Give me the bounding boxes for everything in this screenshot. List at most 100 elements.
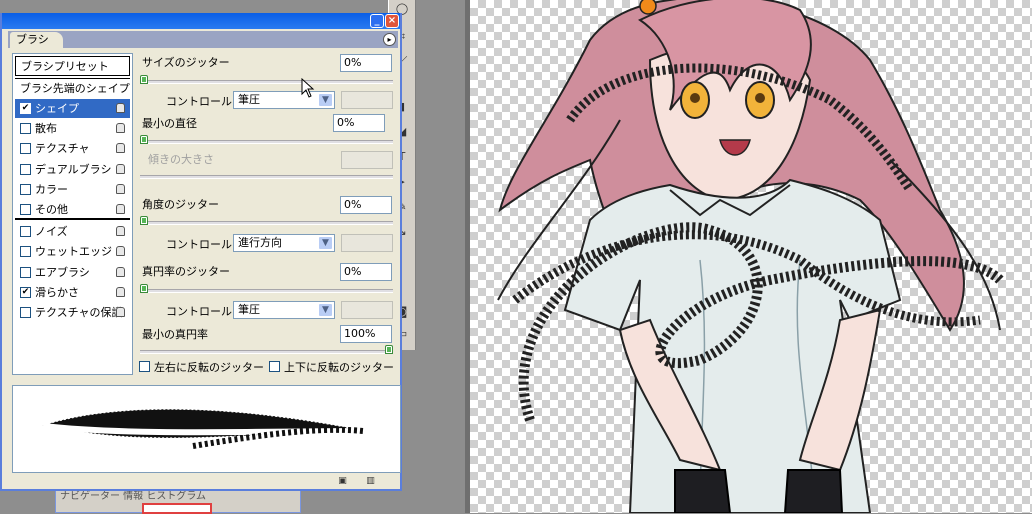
checkbox-icon[interactable] <box>20 123 31 134</box>
checkbox-icon[interactable] <box>139 361 150 372</box>
control2-value: 進行方向 <box>238 236 282 249</box>
flip-y-jitter-checkbox[interactable]: 上下に反転のジッター <box>269 359 394 375</box>
minimize-button[interactable]: _ <box>370 14 384 28</box>
flip-x-jitter-label: 左右に反転のジッター <box>154 361 264 374</box>
brush-option-item[interactable]: その他 <box>15 200 130 219</box>
brush-option-label: テクスチャ <box>35 142 90 155</box>
checkbox-icon[interactable] <box>20 143 31 154</box>
slider-knob-icon[interactable] <box>140 284 148 293</box>
brush-option-item[interactable]: テクスチャ <box>15 139 130 158</box>
control3-select[interactable]: 筆圧 ▼ <box>233 301 335 319</box>
flip-y-jitter-label: 上下に反転のジッター <box>284 361 394 374</box>
brush-tip-shape-item[interactable]: ブラシ先端のシェイプ <box>15 78 130 98</box>
control2-select[interactable]: 進行方向 ▼ <box>233 234 335 252</box>
brush-option-item[interactable]: テクスチャの保護 <box>15 303 130 322</box>
control3-label: コントロール： <box>166 305 243 318</box>
size-jitter-slider[interactable] <box>140 75 393 84</box>
lock-icon[interactable] <box>116 226 125 236</box>
close-button[interactable]: × <box>385 14 399 28</box>
slider-knob-icon[interactable] <box>140 216 148 225</box>
size-jitter-label: サイズのジッター <box>142 56 230 69</box>
control1-select[interactable]: 筆圧 ▼ <box>233 91 335 109</box>
brush-option-item[interactable]: ✔ 滑らかさ <box>15 283 130 302</box>
brush-option-item[interactable]: 散布 <box>15 119 130 138</box>
lock-icon[interactable] <box>116 267 125 277</box>
angle-jitter-slider[interactable] <box>140 216 393 225</box>
lock-icon[interactable] <box>116 143 125 153</box>
brush-option-item[interactable]: エアブラシ <box>15 263 130 282</box>
tilt-scale-field <box>341 151 393 169</box>
checkbox-icon[interactable] <box>20 246 31 257</box>
lock-icon[interactable] <box>116 204 125 214</box>
lock-icon[interactable] <box>116 307 125 317</box>
min-roundness-label: 最小の真円率 <box>142 328 208 341</box>
control2-label: コントロール： <box>166 238 243 251</box>
checkbox-icon[interactable] <box>20 267 31 278</box>
checkbox-icon[interactable]: ✔ <box>20 103 31 114</box>
brush-options-list: ブラシプリセット ブラシ先端のシェイプ ✔ シェイプ散布テクスチャデュアルブラシカ… <box>12 53 133 375</box>
min-diameter-label: 最小の直径 <box>142 117 197 130</box>
roundness-jitter-slider[interactable] <box>140 284 393 293</box>
lock-icon[interactable] <box>116 287 125 297</box>
brush-presets-item[interactable]: ブラシプリセット <box>15 56 130 76</box>
checkbox-icon[interactable] <box>20 307 31 318</box>
control3-value: 筆圧 <box>238 303 260 316</box>
trash-icon[interactable]: ▥ <box>365 476 376 487</box>
brush-option-label: 滑らかさ <box>35 286 79 299</box>
lock-icon[interactable] <box>116 246 125 256</box>
control3-steps-field <box>341 301 393 319</box>
lock-icon[interactable] <box>116 123 125 133</box>
document-canvas[interactable] <box>470 0 1032 513</box>
min-diameter-slider[interactable] <box>140 135 393 144</box>
checkbox-icon[interactable] <box>269 361 280 372</box>
slider-knob-icon[interactable] <box>385 345 393 354</box>
checkbox-icon[interactable] <box>20 204 31 215</box>
brush-option-label: ノイズ <box>35 225 68 238</box>
brush-option-item[interactable]: ノイズ <box>15 222 130 241</box>
min-diameter-field[interactable]: 0% <box>333 114 385 132</box>
slider-knob-icon[interactable] <box>140 75 148 84</box>
roundness-jitter-field[interactable]: 0% <box>340 263 392 281</box>
brush-option-item[interactable]: カラー <box>15 180 130 199</box>
brush-option-label: その他 <box>35 203 68 216</box>
brush-option-item[interactable]: ウェットエッジ <box>15 242 130 261</box>
brush-option-label: カラー <box>35 183 68 196</box>
stroke-preview-graphic <box>42 409 364 449</box>
brush-stroke-preview <box>12 385 401 473</box>
window-titlebar[interactable]: _ × <box>2 13 400 29</box>
lock-icon[interactable] <box>116 103 125 113</box>
tilt-scale-slider <box>140 175 393 179</box>
new-preset-icon[interactable]: ▣ <box>337 476 348 487</box>
min-roundness-slider[interactable] <box>140 345 393 354</box>
brush-option-label: エアブラシ <box>35 266 90 279</box>
brush-option-item[interactable]: デュアルブラシ <box>15 160 130 179</box>
palette-menu-icon[interactable]: ▸ <box>383 33 396 46</box>
brush-option-label: ウェットエッジ <box>35 245 112 258</box>
brush-option-item[interactable]: ✔ シェイプ <box>15 99 130 118</box>
navigator-thumbnail[interactable] <box>142 503 212 514</box>
tab-brush[interactable]: ブラシ <box>10 32 63 48</box>
palette-tabbar: ブラシ ▸ <box>8 31 398 48</box>
chevron-down-icon[interactable]: ▼ <box>318 236 333 250</box>
min-roundness-field[interactable]: 100% <box>340 325 392 343</box>
angle-jitter-field[interactable]: 0% <box>340 196 392 214</box>
control1-value: 筆圧 <box>238 93 260 106</box>
tilt-scale-label: 傾きの大きさ <box>148 153 214 166</box>
checkbox-icon[interactable] <box>20 226 31 237</box>
checkbox-icon[interactable]: ✔ <box>20 287 31 298</box>
checkbox-icon[interactable] <box>20 164 31 175</box>
workspace: ◯ ⌗ ／ ▮ ◢ T ▸ ✎ ↘ ◙ ▭ ナビゲーター 情報 ヒストグラム _… <box>0 0 1032 514</box>
lock-icon[interactable] <box>116 184 125 194</box>
artwork-illustration <box>497 0 1004 513</box>
chevron-down-icon[interactable]: ▼ <box>318 93 333 107</box>
roundness-jitter-label: 真円率のジッター <box>142 265 230 278</box>
brush-option-label: デュアルブラシ <box>35 163 112 176</box>
chevron-down-icon[interactable]: ▼ <box>318 303 333 317</box>
checkbox-icon[interactable] <box>20 184 31 195</box>
brush-option-label: シェイプ <box>35 102 79 115</box>
slider-knob-icon[interactable] <box>140 135 148 144</box>
flip-x-jitter-checkbox[interactable]: 左右に反転のジッター <box>139 359 264 375</box>
lock-icon[interactable] <box>116 164 125 174</box>
brush-option-label: 散布 <box>35 122 57 135</box>
size-jitter-field[interactable]: 0% <box>340 54 392 72</box>
